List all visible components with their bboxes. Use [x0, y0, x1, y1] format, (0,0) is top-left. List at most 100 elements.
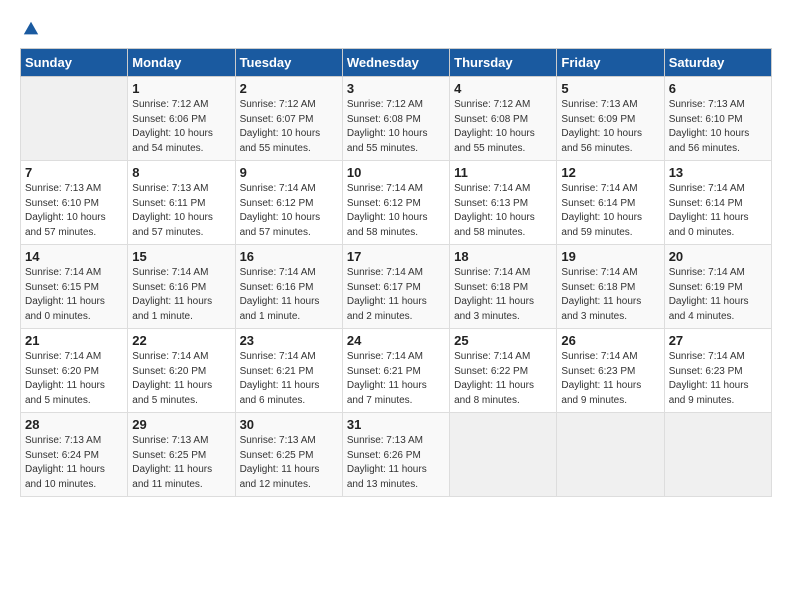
calendar-cell: 14Sunrise: 7:14 AM Sunset: 6:15 PM Dayli…	[21, 245, 128, 329]
day-info: Sunrise: 7:14 AM Sunset: 6:18 PM Dayligh…	[454, 266, 552, 324]
calendar-cell: 25 Sunrise: 7:14 AM Sunset: 6:22 PM Dayli…	[450, 329, 557, 413]
day-info: Sunrise: 7:14 AM Sunset: 6:14 PM Dayligh…	[561, 182, 659, 240]
day-info: Sunrise: 7:14 AM Sunset: 6:17 PM Dayligh…	[347, 266, 445, 324]
calendar-cell: 24 Sunrise: 7:14 AM Sunset: 6:21 PM Dayli…	[342, 329, 449, 413]
calendar-cell: 18 Sunrise: 7:14 AM Sunset: 6:18 PM Dayli…	[450, 245, 557, 329]
day-info: Sunrise: 7:12 AM Sunset: 6:06 PM Dayligh…	[132, 98, 230, 156]
calendar-week-row: 1 Sunrise: 7:12 AM Sunset: 6:06 PM Daylig…	[21, 77, 772, 161]
day-number: 31	[347, 417, 445, 432]
day-number: 11	[454, 165, 552, 180]
calendar-cell: 13 Sunrise: 7:14 AM Sunset: 6:14 PM Dayli…	[664, 161, 771, 245]
day-number: 9	[240, 165, 338, 180]
day-number: 13	[669, 165, 767, 180]
calendar-cell: 31 Sunrise: 7:13 AM Sunset: 6:26 PM Dayli…	[342, 413, 449, 497]
day-info: Sunrise: 7:14 AM Sunset: 6:14 PM Dayligh…	[669, 182, 767, 240]
calendar-cell	[450, 413, 557, 497]
calendar-cell: 30 Sunrise: 7:13 AM Sunset: 6:25 PM Dayli…	[235, 413, 342, 497]
calendar-cell	[557, 413, 664, 497]
day-info: Sunrise: 7:14 AM Sunset: 6:21 PM Dayligh…	[347, 350, 445, 408]
day-info: Sunrise: 7:14 AM Sunset: 6:15 PM Dayligh…	[25, 266, 123, 324]
day-info: Sunrise: 7:13 AM Sunset: 6:25 PM Dayligh…	[240, 434, 338, 492]
day-number: 6	[669, 81, 767, 96]
calendar-cell: 28Sunrise: 7:13 AM Sunset: 6:24 PM Dayli…	[21, 413, 128, 497]
day-number: 22	[132, 333, 230, 348]
day-number: 18	[454, 249, 552, 264]
day-number: 25	[454, 333, 552, 348]
day-info: Sunrise: 7:12 AM Sunset: 6:08 PM Dayligh…	[454, 98, 552, 156]
calendar-cell: 11 Sunrise: 7:14 AM Sunset: 6:13 PM Dayli…	[450, 161, 557, 245]
calendar-cell	[664, 413, 771, 497]
day-number: 20	[669, 249, 767, 264]
calendar-cell: 29 Sunrise: 7:13 AM Sunset: 6:25 PM Dayli…	[128, 413, 235, 497]
day-info: Sunrise: 7:14 AM Sunset: 6:12 PM Dayligh…	[240, 182, 338, 240]
weekday-header: Saturday	[664, 49, 771, 77]
calendar-cell: 1 Sunrise: 7:12 AM Sunset: 6:06 PM Daylig…	[128, 77, 235, 161]
day-info: Sunrise: 7:12 AM Sunset: 6:08 PM Dayligh…	[347, 98, 445, 156]
day-info: Sunrise: 7:14 AM Sunset: 6:13 PM Dayligh…	[454, 182, 552, 240]
day-number: 27	[669, 333, 767, 348]
calendar-cell: 27 Sunrise: 7:14 AM Sunset: 6:23 PM Dayli…	[664, 329, 771, 413]
logo-icon	[22, 20, 40, 38]
calendar-cell: 19 Sunrise: 7:14 AM Sunset: 6:18 PM Dayli…	[557, 245, 664, 329]
day-number: 24	[347, 333, 445, 348]
calendar-cell: 22 Sunrise: 7:14 AM Sunset: 6:20 PM Dayli…	[128, 329, 235, 413]
day-info: Sunrise: 7:13 AM Sunset: 6:25 PM Dayligh…	[132, 434, 230, 492]
day-number: 29	[132, 417, 230, 432]
calendar-cell: 6Sunrise: 7:13 AM Sunset: 6:10 PM Daylig…	[664, 77, 771, 161]
day-info: Sunrise: 7:13 AM Sunset: 6:09 PM Dayligh…	[561, 98, 659, 156]
calendar-cell: 7Sunrise: 7:13 AM Sunset: 6:10 PM Daylig…	[21, 161, 128, 245]
calendar-cell	[21, 77, 128, 161]
day-number: 17	[347, 249, 445, 264]
calendar-table: SundayMondayTuesdayWednesdayThursdayFrid…	[20, 48, 772, 497]
weekday-header: Friday	[557, 49, 664, 77]
day-number: 12	[561, 165, 659, 180]
day-info: Sunrise: 7:14 AM Sunset: 6:20 PM Dayligh…	[132, 350, 230, 408]
day-info: Sunrise: 7:14 AM Sunset: 6:22 PM Dayligh…	[454, 350, 552, 408]
day-number: 30	[240, 417, 338, 432]
day-info: Sunrise: 7:13 AM Sunset: 6:26 PM Dayligh…	[347, 434, 445, 492]
page-header	[20, 20, 772, 38]
calendar-body: 1 Sunrise: 7:12 AM Sunset: 6:06 PM Daylig…	[21, 77, 772, 497]
calendar-header: SundayMondayTuesdayWednesdayThursdayFrid…	[21, 49, 772, 77]
calendar-week-row: 28Sunrise: 7:13 AM Sunset: 6:24 PM Dayli…	[21, 413, 772, 497]
calendar-cell: 10Sunrise: 7:14 AM Sunset: 6:12 PM Dayli…	[342, 161, 449, 245]
weekday-header: Thursday	[450, 49, 557, 77]
weekday-header: Sunday	[21, 49, 128, 77]
calendar-week-row: 21Sunrise: 7:14 AM Sunset: 6:20 PM Dayli…	[21, 329, 772, 413]
day-info: Sunrise: 7:13 AM Sunset: 6:11 PM Dayligh…	[132, 182, 230, 240]
calendar-cell: 9 Sunrise: 7:14 AM Sunset: 6:12 PM Daylig…	[235, 161, 342, 245]
day-info: Sunrise: 7:14 AM Sunset: 6:16 PM Dayligh…	[240, 266, 338, 324]
weekday-header: Monday	[128, 49, 235, 77]
day-number: 3	[347, 81, 445, 96]
day-number: 19	[561, 249, 659, 264]
day-info: Sunrise: 7:12 AM Sunset: 6:07 PM Dayligh…	[240, 98, 338, 156]
day-info: Sunrise: 7:13 AM Sunset: 6:24 PM Dayligh…	[25, 434, 123, 492]
day-info: Sunrise: 7:14 AM Sunset: 6:20 PM Dayligh…	[25, 350, 123, 408]
calendar-week-row: 14Sunrise: 7:14 AM Sunset: 6:15 PM Dayli…	[21, 245, 772, 329]
day-number: 1	[132, 81, 230, 96]
day-number: 15	[132, 249, 230, 264]
day-info: Sunrise: 7:14 AM Sunset: 6:23 PM Dayligh…	[669, 350, 767, 408]
day-info: Sunrise: 7:14 AM Sunset: 6:18 PM Dayligh…	[561, 266, 659, 324]
weekday-header: Wednesday	[342, 49, 449, 77]
day-number: 8	[132, 165, 230, 180]
day-number: 5	[561, 81, 659, 96]
day-number: 4	[454, 81, 552, 96]
calendar-cell: 20 Sunrise: 7:14 AM Sunset: 6:19 PM Dayli…	[664, 245, 771, 329]
day-number: 16	[240, 249, 338, 264]
day-number: 26	[561, 333, 659, 348]
day-info: Sunrise: 7:14 AM Sunset: 6:19 PM Dayligh…	[669, 266, 767, 324]
calendar-week-row: 7Sunrise: 7:13 AM Sunset: 6:10 PM Daylig…	[21, 161, 772, 245]
calendar-cell: 12 Sunrise: 7:14 AM Sunset: 6:14 PM Dayli…	[557, 161, 664, 245]
calendar-cell: 4 Sunrise: 7:12 AM Sunset: 6:08 PM Daylig…	[450, 77, 557, 161]
calendar-cell: 15 Sunrise: 7:14 AM Sunset: 6:16 PM Dayli…	[128, 245, 235, 329]
day-info: Sunrise: 7:13 AM Sunset: 6:10 PM Dayligh…	[25, 182, 123, 240]
calendar-cell: 23 Sunrise: 7:14 AM Sunset: 6:21 PM Dayli…	[235, 329, 342, 413]
day-info: Sunrise: 7:14 AM Sunset: 6:23 PM Dayligh…	[561, 350, 659, 408]
calendar-cell: 17 Sunrise: 7:14 AM Sunset: 6:17 PM Dayli…	[342, 245, 449, 329]
calendar-cell: 8 Sunrise: 7:13 AM Sunset: 6:11 PM Daylig…	[128, 161, 235, 245]
day-number: 23	[240, 333, 338, 348]
day-info: Sunrise: 7:14 AM Sunset: 6:16 PM Dayligh…	[132, 266, 230, 324]
day-info: Sunrise: 7:14 AM Sunset: 6:21 PM Dayligh…	[240, 350, 338, 408]
calendar-cell: 26 Sunrise: 7:14 AM Sunset: 6:23 PM Dayli…	[557, 329, 664, 413]
